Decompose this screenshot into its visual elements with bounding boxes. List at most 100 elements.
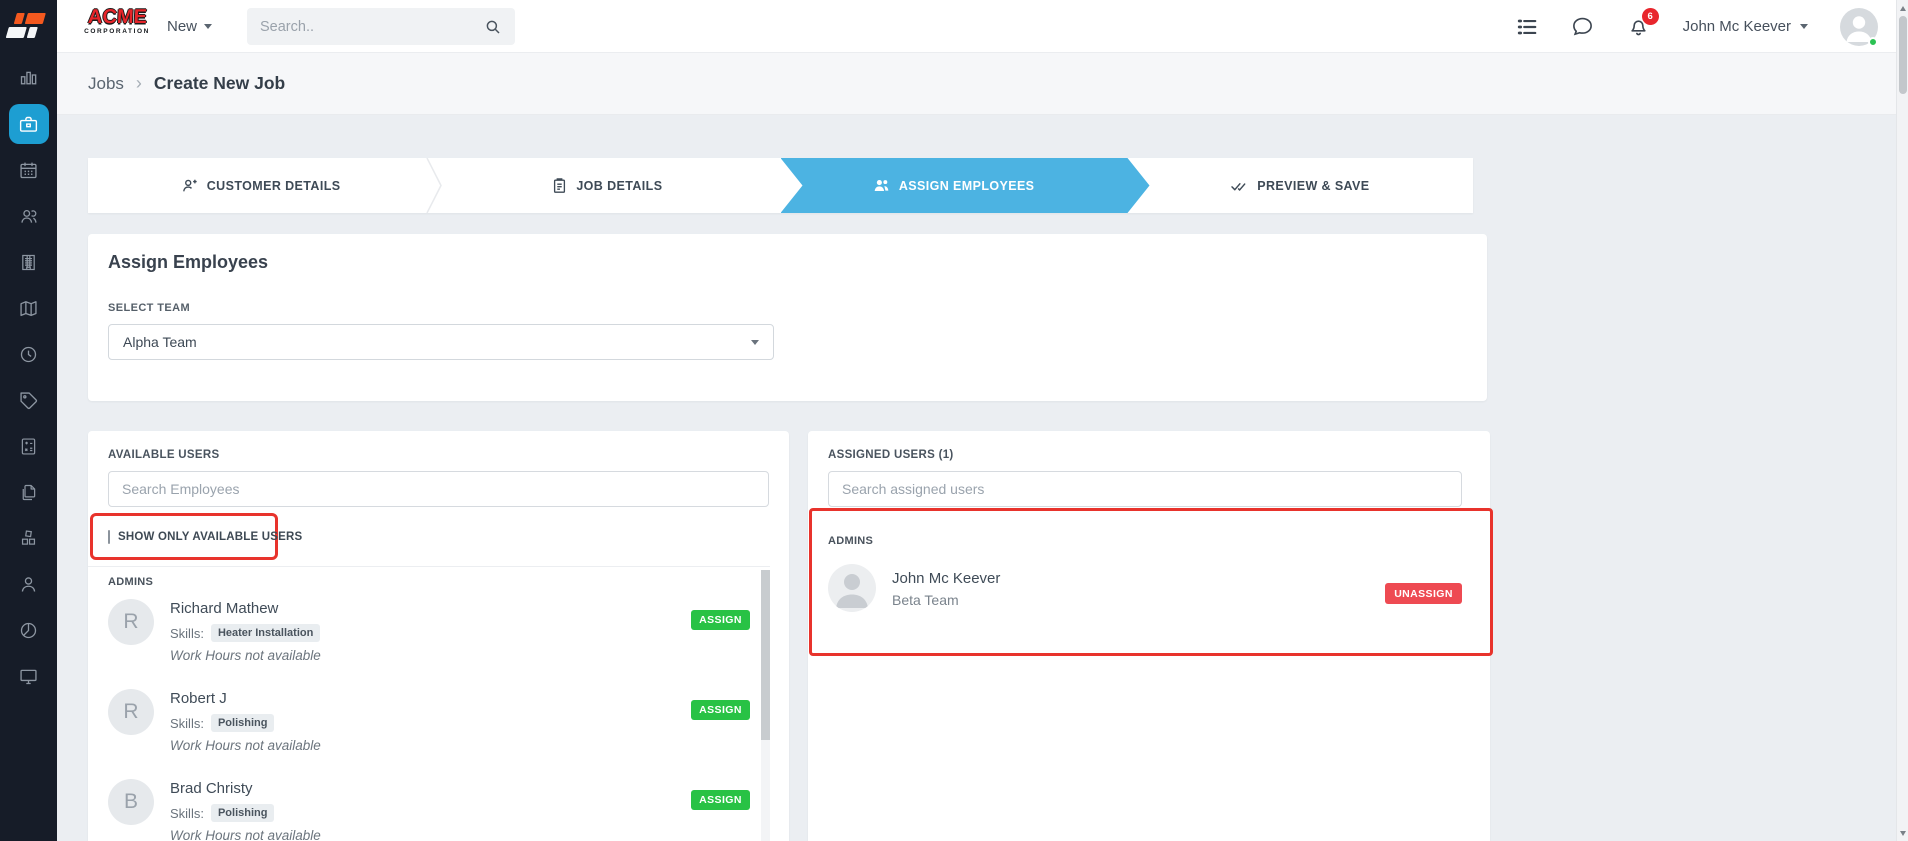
page-scrollbar-thumb[interactable] bbox=[1898, 16, 1907, 94]
page-title: Create New Job bbox=[153, 73, 286, 93]
sidebar-item-users[interactable] bbox=[0, 561, 57, 607]
breadcrumb-separator: › bbox=[135, 73, 142, 93]
left-sidebar bbox=[0, 53, 57, 841]
global-search bbox=[247, 8, 515, 45]
available-user-row: R Robert J Skills: Polishing Work Hours … bbox=[108, 678, 769, 768]
sidebar-item-pricing[interactable] bbox=[0, 377, 57, 423]
unassign-button[interactable]: UNASSIGN bbox=[1385, 583, 1462, 604]
documents-icon bbox=[9, 472, 49, 512]
app-logo[interactable] bbox=[0, 0, 57, 53]
step-label: ASSIGN EMPLOYEES bbox=[898, 178, 1035, 193]
dashboard-icon bbox=[9, 58, 49, 98]
calculator-icon bbox=[9, 426, 49, 466]
admins-group-label: ADMINS bbox=[828, 535, 874, 547]
skills-label: Skills: bbox=[170, 715, 204, 731]
show-only-available-highlight: SHOW ONLY AVAILABLE USERS bbox=[90, 513, 302, 560]
assign-employees-icon bbox=[874, 179, 889, 192]
assigned-users-title: ASSIGNED USERS (1) bbox=[828, 449, 954, 461]
search-employees-input[interactable] bbox=[108, 471, 769, 507]
avatar: R bbox=[108, 599, 154, 645]
sidebar-item-organization[interactable] bbox=[0, 239, 57, 285]
customer-details-icon bbox=[182, 179, 197, 191]
user-team: Beta Team bbox=[892, 592, 959, 608]
building-icon bbox=[9, 242, 49, 282]
z-logo-icon bbox=[5, 13, 49, 40]
acme-logo-text: ACME bbox=[86, 6, 148, 28]
chat-icon[interactable] bbox=[1571, 15, 1595, 39]
available-user-row: B Brad Christy Skills: Polishing Work Ho… bbox=[108, 768, 769, 841]
scroll-up-arrow[interactable] bbox=[1897, 1, 1908, 15]
step-label: PREVIEW & SAVE bbox=[1257, 178, 1370, 193]
assign-button[interactable]: ASSIGN bbox=[691, 700, 750, 720]
acme-logo: ACME CORPORATION bbox=[76, 6, 158, 36]
tab-customer-details[interactable]: CUSTOMER DETAILS bbox=[88, 158, 434, 213]
assigned-user-row: John Mc Keever Beta Team UNASSIGN bbox=[828, 564, 1470, 612]
user-list-scrollbar-thumb[interactable] bbox=[761, 570, 770, 740]
sidebar-item-estimates[interactable] bbox=[0, 423, 57, 469]
wizard-steps: CUSTOMER DETAILS JOB DETAILS ASSIGN EMPL… bbox=[88, 158, 1473, 213]
notification-badge: 6 bbox=[1641, 7, 1659, 25]
page-scrollbar[interactable] bbox=[1896, 0, 1908, 841]
work-hours-note: Work Hours not available bbox=[170, 738, 321, 753]
avatar[interactable] bbox=[1840, 7, 1878, 47]
assigned-users-panel: ASSIGNED USERS (1) ADMINS John Mc Keever… bbox=[808, 431, 1493, 841]
assign-button[interactable]: ASSIGN bbox=[691, 610, 750, 630]
show-only-available-label[interactable]: SHOW ONLY AVAILABLE USERS bbox=[118, 531, 302, 543]
sidebar-item-dashboard[interactable] bbox=[0, 55, 57, 101]
acme-corporation-text: CORPORATION bbox=[84, 28, 150, 35]
section-title: Assign Employees bbox=[108, 252, 269, 272]
sidebar-item-calendar[interactable] bbox=[0, 147, 57, 193]
new-dropdown[interactable]: New bbox=[167, 0, 213, 53]
skill-badge: Heater Installation bbox=[210, 624, 321, 642]
bell-icon[interactable]: 6 bbox=[1627, 7, 1659, 39]
breadcrumb-jobs-link[interactable]: Jobs bbox=[88, 74, 124, 94]
step-label: JOB DETAILS bbox=[576, 178, 663, 193]
user-group-icon bbox=[9, 196, 49, 236]
sidebar-item-jobs[interactable] bbox=[0, 101, 57, 147]
team-select-value: Alpha Team bbox=[123, 334, 197, 350]
team-select[interactable]: Alpha Team bbox=[108, 324, 774, 360]
skill-badge: Polishing bbox=[210, 714, 275, 732]
show-only-available-checkbox[interactable] bbox=[108, 529, 110, 544]
skills-label: Skills: bbox=[170, 625, 204, 641]
avatar bbox=[828, 564, 876, 612]
select-team-label: SELECT TEAM bbox=[108, 302, 191, 314]
sidebar-item-map[interactable] bbox=[0, 285, 57, 331]
sidebar-item-monitor[interactable] bbox=[0, 653, 57, 699]
skill-badge: Polishing bbox=[210, 804, 275, 822]
chevron-down-icon bbox=[1800, 24, 1808, 29]
available-users-title: AVAILABLE USERS bbox=[108, 449, 220, 461]
tag-icon bbox=[9, 380, 49, 420]
list-icon[interactable] bbox=[1515, 15, 1539, 39]
assign-employees-card: Assign Employees SELECT TEAM Alpha Team bbox=[88, 234, 1487, 401]
sidebar-item-documents[interactable] bbox=[0, 469, 57, 515]
work-hours-note: Work Hours not available bbox=[170, 828, 321, 841]
search-assigned-input[interactable] bbox=[828, 471, 1462, 507]
avatar-silhouette-icon bbox=[836, 574, 868, 608]
person-icon bbox=[9, 564, 49, 604]
user-name: Richard Mathew bbox=[170, 600, 279, 617]
sidebar-item-customers[interactable] bbox=[0, 193, 57, 239]
chevron-down-icon bbox=[204, 24, 213, 29]
user-menu[interactable]: John Mc Keever bbox=[1683, 18, 1808, 35]
sidebar-item-reports[interactable] bbox=[0, 607, 57, 653]
global-search-input[interactable] bbox=[260, 18, 484, 35]
user-list-scrollbar[interactable] bbox=[761, 570, 770, 841]
scroll-down-arrow[interactable] bbox=[1897, 826, 1908, 840]
top-navbar: ACME CORPORATION New Search.. 6 John Mc … bbox=[0, 0, 1908, 53]
preview-save-icon bbox=[1231, 182, 1246, 191]
sidebar-item-timesheet[interactable] bbox=[0, 331, 57, 377]
tab-job-details[interactable]: JOB DETAILS bbox=[434, 158, 780, 213]
clock-icon bbox=[9, 334, 49, 374]
tab-assign-employees[interactable]: ASSIGN EMPLOYEES bbox=[781, 158, 1127, 213]
assign-button[interactable]: ASSIGN bbox=[691, 790, 750, 810]
search-icon[interactable] bbox=[484, 18, 502, 36]
sidebar-item-parts[interactable] bbox=[0, 515, 57, 561]
calendar-icon bbox=[9, 150, 49, 190]
avatar: B bbox=[108, 779, 154, 825]
monitor-icon bbox=[9, 656, 49, 696]
tab-preview-save[interactable]: PREVIEW & SAVE bbox=[1127, 158, 1473, 213]
map-icon bbox=[9, 288, 49, 328]
user-name: Brad Christy bbox=[170, 780, 253, 797]
skills-label: Skills: bbox=[170, 805, 204, 821]
